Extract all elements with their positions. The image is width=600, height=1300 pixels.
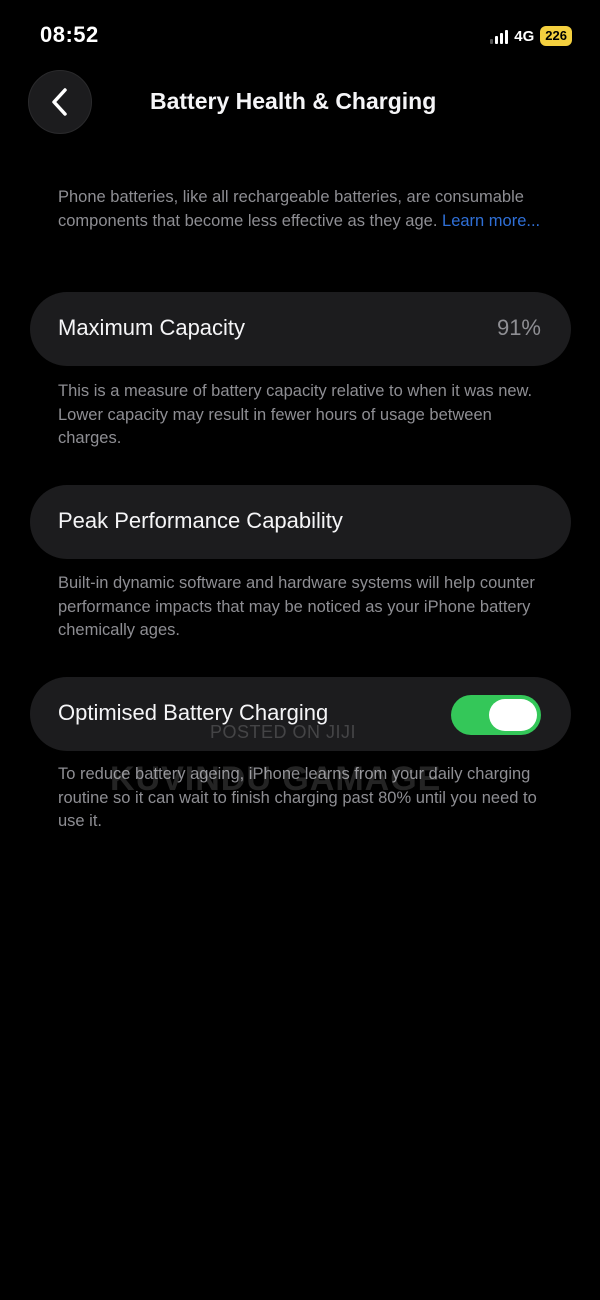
battery-icon: 226 bbox=[540, 26, 572, 46]
maximum-capacity-description: This is a measure of battery capacity re… bbox=[58, 382, 533, 447]
optimised-charging-row: Optimised Battery Charging bbox=[30, 677, 571, 751]
optimised-charging-description: To reduce battery ageing, iPhone learns … bbox=[58, 765, 537, 830]
cellular-signal-icon bbox=[490, 28, 509, 44]
back-button[interactable] bbox=[28, 70, 92, 134]
toggle-knob bbox=[489, 699, 537, 731]
peak-performance-label: Peak Performance Capability bbox=[58, 508, 343, 533]
peak-performance-description: Built-in dynamic software and hardware s… bbox=[58, 574, 535, 639]
optimised-charging-label: Optimised Battery Charging bbox=[58, 700, 329, 725]
maximum-capacity-row[interactable]: Maximum Capacity 91% bbox=[30, 292, 571, 366]
status-indicators: 4G 226 bbox=[490, 24, 572, 48]
navigation-bar: Battery Health & Charging bbox=[0, 68, 600, 138]
maximum-capacity-label: Maximum Capacity bbox=[58, 315, 246, 340]
network-type: 4G bbox=[514, 27, 535, 45]
optimised-charging-toggle[interactable] bbox=[451, 695, 541, 735]
peak-performance-row[interactable]: Peak Performance Capability bbox=[30, 485, 571, 559]
maximum-capacity-value: 91% bbox=[496, 315, 541, 340]
intro-description: Phone batteries, like all rechargeable b… bbox=[58, 186, 558, 233]
status-time: 08:52 bbox=[40, 22, 99, 47]
learn-more-link[interactable]: Learn more... bbox=[442, 212, 540, 230]
page-title: Battery Health & Charging bbox=[150, 88, 437, 114]
chevron-left-icon bbox=[52, 88, 67, 116]
status-bar: 08:52 4G 226 bbox=[0, 0, 600, 70]
